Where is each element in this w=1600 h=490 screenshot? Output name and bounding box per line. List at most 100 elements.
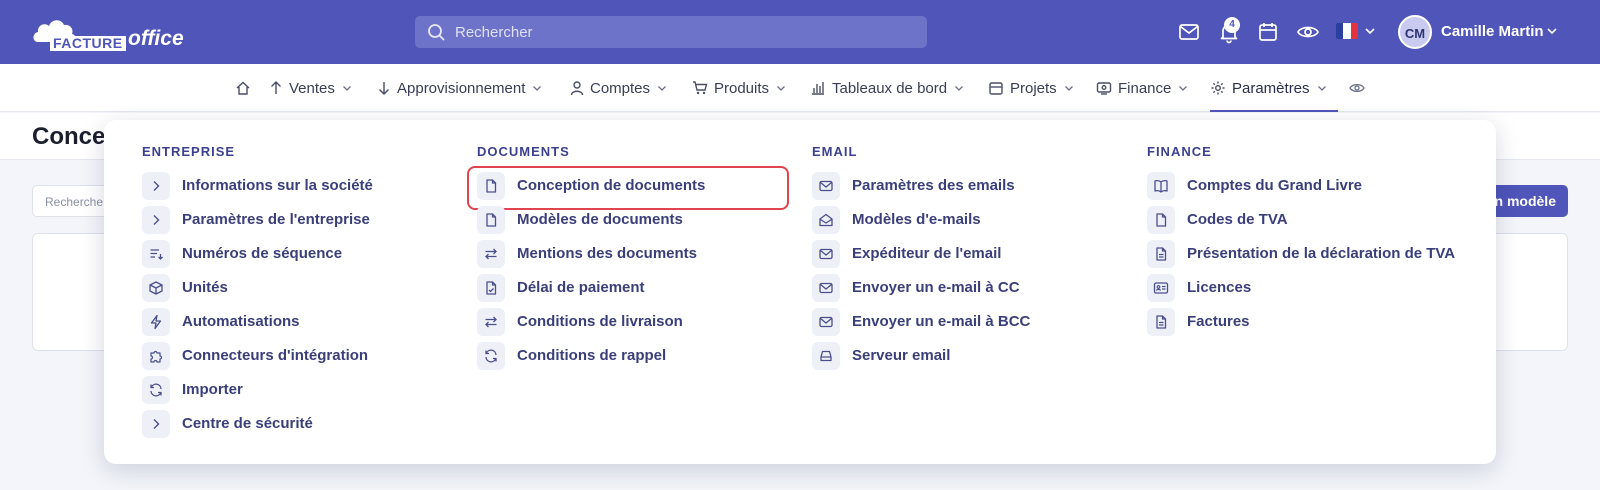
chevron-down-icon (955, 86, 964, 91)
nav-produits[interactable]: Produits (692, 64, 787, 112)
mail-icon (812, 308, 840, 336)
chevron-right-icon (142, 172, 170, 200)
nav-projets[interactable]: Projets (988, 64, 1075, 112)
menu-item-label: Serveur email (852, 347, 951, 364)
top-bar: FACTURE office Rechercher 4 CM Camille M… (0, 0, 1600, 64)
language-flag-fr[interactable] (1336, 23, 1358, 39)
menu-item-label: Envoyer un e-mail à CC (852, 279, 1020, 296)
logo[interactable]: FACTURE office (32, 14, 184, 51)
book-icon (1147, 172, 1175, 200)
menu-item-serveur-email[interactable]: Serveur email (774, 338, 1104, 372)
menu-item-conception-de-documents[interactable]: Conception de documents (439, 166, 789, 210)
menu-item-label: Modèles de documents (517, 211, 683, 228)
nav-parametres[interactable]: Paramètres (1210, 64, 1338, 112)
menu-item-automatisations[interactable]: Automatisations (104, 304, 434, 338)
global-search-input[interactable]: Rechercher (415, 16, 927, 48)
menu-column-heading: DOCUMENTS (477, 144, 570, 159)
document-lines-icon (1147, 240, 1175, 268)
menu-item-mentions-des-documents[interactable]: Mentions des documents (439, 236, 769, 270)
menu-column-email: EMAIL Paramètres des emails Modèles d'e-ma… (774, 144, 1104, 372)
calendar-icon[interactable] (1256, 20, 1280, 44)
nav-label: Projets (1010, 79, 1057, 97)
chevron-down-icon[interactable] (1364, 25, 1376, 37)
settings-dropdown-menu: ENTREPRISE Informations sur la société Par… (104, 120, 1496, 464)
menu-item-label: Délai de paiement (517, 279, 645, 296)
avatar[interactable]: CM (1398, 15, 1432, 49)
menu-item-label: Comptes du Grand Livre (1187, 177, 1363, 194)
mail-icon[interactable] (1177, 20, 1201, 44)
menu-item-parametres-de-l-entreprise[interactable]: Paramètres de l'entreprise (104, 202, 434, 236)
logo-word-facture: FACTURE (50, 36, 126, 51)
nav-visibility[interactable] (1349, 64, 1365, 112)
nav-home[interactable] (235, 64, 251, 112)
logo-word-office: office (128, 27, 184, 50)
search-placeholder: Rechercher (455, 24, 533, 41)
menu-item-modeles-d-e-mails[interactable]: Modèles d'e-mails (774, 202, 1104, 236)
menu-item-importer[interactable]: Importer (104, 372, 434, 406)
document-icon (477, 172, 505, 200)
nav-approvisionnement[interactable]: Approvisionnement (377, 64, 543, 112)
menu-item-parametres-des-emails[interactable]: Paramètres des emails (774, 168, 1104, 202)
menu-item-informations-sur-la-societe[interactable]: Informations sur la société (104, 168, 434, 202)
menu-item-envoyer-un-e-mail-a-cc[interactable]: Envoyer un e-mail à CC (774, 270, 1104, 304)
menu-item-comptes-du-grand-livre[interactable]: Comptes du Grand Livre (1109, 168, 1439, 202)
menu-item-label: Conditions de livraison (517, 313, 683, 330)
notification-badge: 4 (1224, 17, 1240, 33)
chevron-down-icon (658, 86, 666, 91)
chevron-down-icon[interactable] (1546, 25, 1558, 37)
nav-ventes[interactable]: Ventes (269, 64, 353, 112)
cart-icon (693, 81, 708, 95)
menu-item-envoyer-un-e-mail-a-bcc[interactable]: Envoyer un e-mail à BCC (774, 304, 1104, 338)
arrow-down-icon (379, 82, 389, 95)
menu-item-centre-de-securite[interactable]: Centre de sécurité (104, 406, 434, 440)
chevron-down-icon (533, 86, 542, 91)
menu-item-numeros-de-sequence[interactable]: Numéros de séquence (104, 236, 434, 270)
mail-icon (812, 240, 840, 268)
menu-item-label: Informations sur la société (182, 177, 373, 194)
nav-comptes[interactable]: Comptes (570, 64, 668, 112)
menu-item-factures[interactable]: Factures (1109, 304, 1439, 338)
menu-column-heading: ENTREPRISE (142, 144, 236, 159)
nav-finance[interactable]: Finance (1096, 64, 1189, 112)
menu-item-expediteur-de-l-email[interactable]: Expéditeur de l'email (774, 236, 1104, 270)
menu-column-finance: FINANCE Comptes du Grand Livre Codes de TV… (1109, 144, 1455, 338)
menu-item-conditions-de-rappel[interactable]: Conditions de rappel (439, 338, 769, 372)
nav-label: Approvisionnement (397, 79, 526, 97)
menu-item-conditions-de-livraison[interactable]: Conditions de livraison (439, 304, 769, 338)
id-card-icon (1147, 274, 1175, 302)
user-name[interactable]: Camille Martin (1441, 23, 1544, 40)
menu-item-unites[interactable]: Unités (104, 270, 434, 304)
menu-item-label: Paramètres des emails (852, 177, 1015, 194)
menu-item-presentation-de-la-declaration-de-tva[interactable]: Présentation de la déclaration de TVA (1109, 236, 1455, 270)
menu-item-modeles-de-documents[interactable]: Modèles de documents (439, 202, 769, 236)
nav-label: Paramètres (1232, 79, 1310, 97)
eye-icon[interactable] (1296, 20, 1320, 44)
menu-item-label: Expéditeur de l'email (852, 245, 1002, 262)
chevron-down-icon (1317, 86, 1326, 91)
menu-item-label: Conception de documents (517, 177, 706, 194)
nav-tableaux-de-bord[interactable]: Tableaux de bord (810, 64, 965, 112)
sort-list-icon (142, 240, 170, 268)
menu-item-label: Modèles d'e-mails (852, 211, 981, 228)
menu-item-label: Numéros de séquence (182, 245, 343, 262)
server-icon (812, 342, 840, 370)
menu-item-label: Paramètres de l'entreprise (182, 211, 370, 228)
menu-item-delai-de-paiement[interactable]: Délai de paiement (439, 270, 769, 304)
menu-item-label: Conditions de rappel (517, 347, 667, 364)
menu-item-connecteurs-d-integration[interactable]: Connecteurs d'intégration (104, 338, 434, 372)
menu-column-heading: FINANCE (1147, 144, 1212, 159)
chevron-down-icon (777, 86, 785, 91)
calendar-icon (989, 82, 1003, 95)
menu-item-licences[interactable]: Licences (1109, 270, 1439, 304)
menu-item-label: Codes de TVA (1187, 211, 1288, 228)
home-icon (236, 81, 250, 95)
page-title: Conce (32, 123, 106, 150)
search-icon (428, 24, 445, 41)
monitor-icon (1096, 82, 1112, 95)
menu-item-label: Envoyer un e-mail à BCC (852, 313, 1031, 330)
mail-open-icon (812, 206, 840, 234)
menu-item-codes-de-tva[interactable]: Codes de TVA (1109, 202, 1439, 236)
arrow-up-icon (271, 81, 281, 94)
menu-item-label: Unités (182, 279, 228, 296)
menu-item-label: Connecteurs d'intégration (182, 347, 369, 364)
